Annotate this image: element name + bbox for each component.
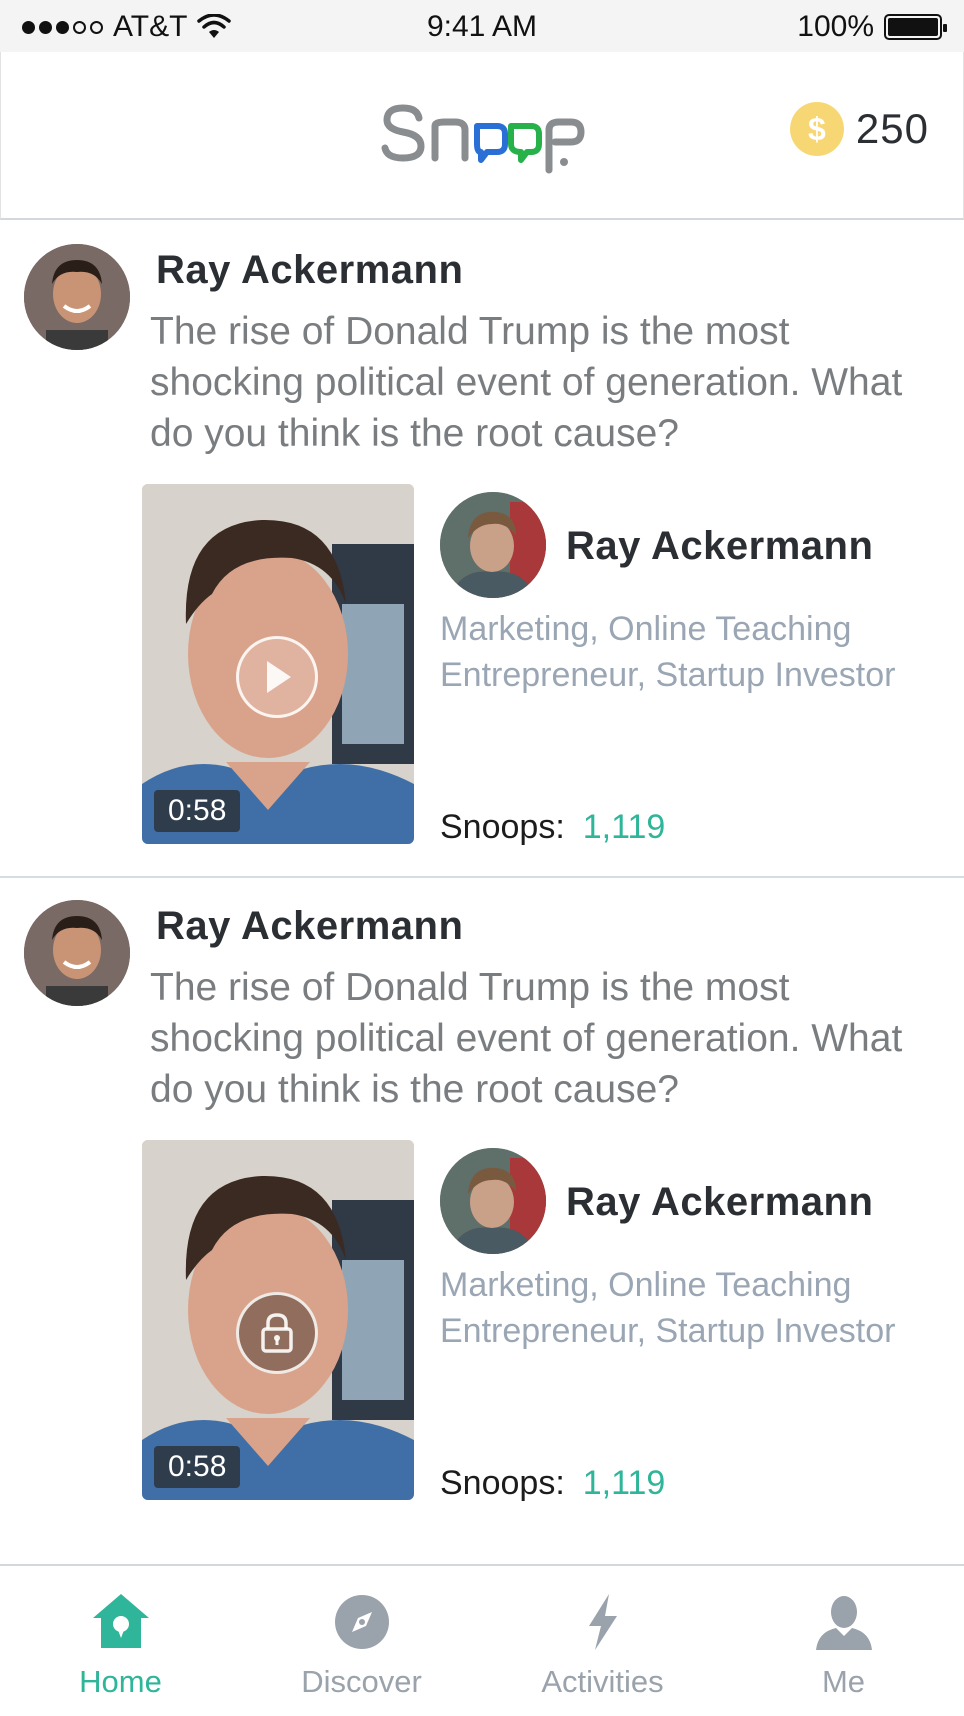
snoops-label: Snoops: [440, 808, 565, 846]
snoops-counter: Snoops: 1,119 [440, 808, 665, 847]
answerer-avatar[interactable] [440, 492, 546, 598]
snoops-label: Snoops: [440, 1464, 565, 1502]
tab-me[interactable]: Me [723, 1566, 964, 1716]
answerer-tags: Marketing, Online Teaching Entrepreneur,… [440, 1266, 896, 1350]
tab-bar: Home Discover Activities Me [0, 1564, 964, 1716]
coin-icon: $ [789, 102, 844, 156]
tab-label: Activities [541, 1664, 664, 1699]
compass-icon [330, 1590, 394, 1654]
status-bar: AT&T 9:41 AM 100% [0, 0, 964, 52]
answer-video-thumbnail[interactable]: 0:58 [142, 484, 414, 844]
tab-label: Discover [301, 1664, 422, 1699]
home-icon [89, 1590, 153, 1654]
asker-name[interactable]: Ray Ackermann [156, 904, 463, 949]
answer-video-thumbnail[interactable]: 0:58 [142, 1140, 414, 1500]
tab-activities[interactable]: Activities [482, 1566, 723, 1716]
snoops-count: 1,119 [582, 1464, 666, 1502]
tab-label: Me [821, 1664, 866, 1699]
battery-icon [884, 14, 947, 40]
answerer-avatar[interactable] [440, 1148, 546, 1254]
app-header: $ 250 [0, 52, 964, 220]
battery-percent: 100% [797, 10, 874, 43]
answerer-name[interactable]: Ray Ackermann [566, 1180, 873, 1225]
person-icon [812, 1590, 876, 1654]
unlock-button[interactable] [236, 1292, 318, 1374]
question-text[interactable]: The rise of Donald Trump is the most sho… [150, 306, 930, 459]
coin-count: 250 [855, 105, 929, 152]
asker-name[interactable]: Ray Ackermann [156, 248, 463, 293]
feed-post[interactable]: Ray Ackermann The rise of Donald Trump i… [0, 878, 964, 1534]
play-icon [267, 661, 291, 693]
coin-balance[interactable]: $ 250 [789, 102, 929, 156]
feed-post[interactable]: Ray Ackermann The rise of Donald Trump i… [0, 222, 964, 878]
answerer-tags: Marketing, Online Teaching Entrepreneur,… [440, 610, 896, 694]
snoops-count: 1,119 [582, 808, 666, 846]
snoops-counter: Snoops: 1,119 [440, 1464, 665, 1503]
video-duration: 0:58 [154, 1446, 241, 1488]
snoop-logo [381, 104, 585, 174]
tab-label: Home [79, 1664, 162, 1699]
feed: Ray Ackermann The rise of Donald Trump i… [0, 222, 964, 1534]
lightning-icon [571, 1590, 635, 1654]
asker-avatar[interactable] [24, 244, 130, 350]
answerer-name[interactable]: Ray Ackermann [566, 524, 873, 569]
play-button[interactable] [236, 636, 318, 718]
asker-avatar[interactable] [24, 900, 130, 1006]
lock-icon [261, 1313, 293, 1353]
tab-home[interactable]: Home [0, 1566, 241, 1716]
question-text[interactable]: The rise of Donald Trump is the most sho… [150, 962, 930, 1115]
status-right: 100% [797, 10, 947, 44]
tab-discover[interactable]: Discover [241, 1566, 482, 1716]
video-duration: 0:58 [154, 790, 241, 832]
